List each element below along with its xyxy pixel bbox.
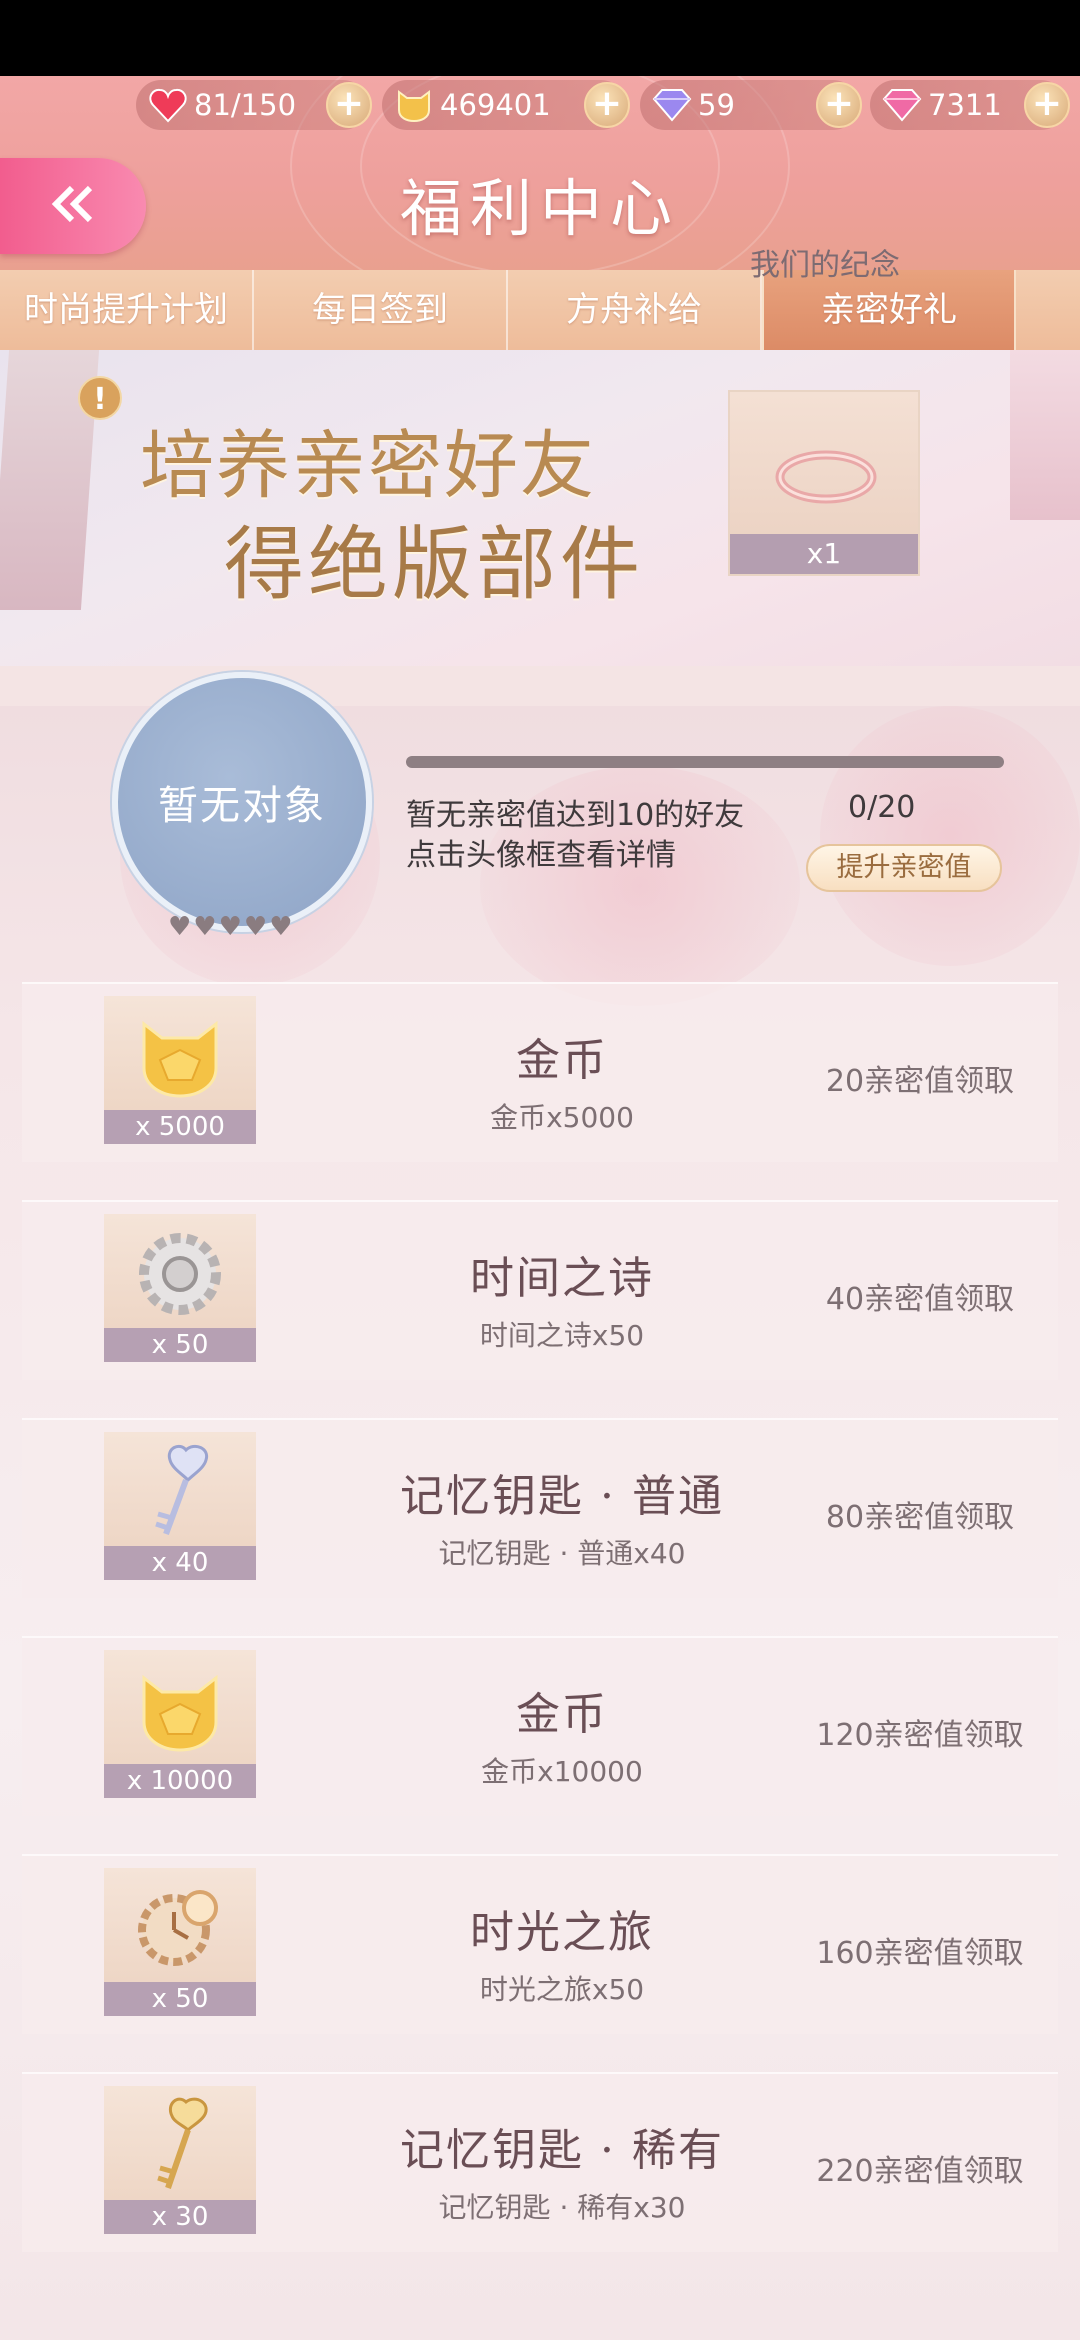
pink-gem-icon — [882, 85, 922, 125]
resource-hearts: 81/150 + — [136, 80, 372, 130]
blossom-decoration — [820, 706, 1080, 966]
tab-bar-filler — [1016, 270, 1080, 350]
info-icon[interactable]: ! — [78, 376, 122, 420]
reward-desc: 时间之诗x50 — [479, 1319, 645, 1352]
reward-claim-requirement[interactable]: 120亲密值领取 — [782, 1710, 1058, 1754]
tab-daily-checkin[interactable]: 每日签到 — [254, 270, 508, 350]
reward-row: x 5000 金币 金币x5000 20亲密值领取 — [22, 982, 1058, 1162]
banner-reward-qty: x1 — [730, 534, 918, 574]
add-gems-button[interactable]: + — [1024, 82, 1070, 128]
reward-item-slot[interactable]: x 10000 — [104, 1650, 256, 1798]
reward-qty: x 30 — [104, 2200, 256, 2234]
reward-row: x 40 记忆钥匙 · 普通 记忆钥匙 · 普通x40 80亲密值领取 — [22, 1418, 1058, 1598]
reward-item-slot[interactable]: x 50 — [104, 1868, 256, 2016]
reward-claim-requirement[interactable]: 80亲密值领取 — [782, 1492, 1058, 1536]
golden-key-icon — [157, 2097, 208, 2189]
reward-name: 记忆钥匙 · 普通 — [400, 1471, 724, 1522]
reward-row: x 30 记忆钥匙 · 稀有 记忆钥匙 · 稀有x30 220亲密值领取 — [22, 2072, 1058, 2252]
reward-desc: 记忆钥匙 · 稀有x30 — [438, 2191, 686, 2224]
resource-gems: 7311 + — [870, 80, 1070, 130]
reward-row: x 10000 金币 金币x10000 120亲密值领取 — [22, 1636, 1058, 1816]
reward-item-slot[interactable]: x 50 — [104, 1214, 256, 1362]
reward-item-slot[interactable]: x 30 — [104, 2086, 256, 2234]
reward-name: 金币 — [516, 1035, 608, 1086]
resource-bar: 81/150 + 469401 + 59 + 7311 + — [136, 80, 1070, 132]
status-bar — [0, 0, 1080, 76]
add-coins-button[interactable]: + — [584, 82, 630, 128]
bracelet-icon — [766, 432, 886, 526]
banner-reward-name: 我们的纪念 — [750, 248, 900, 283]
back-button[interactable] — [0, 158, 146, 254]
reward-claim-requirement[interactable]: 220亲密值领取 — [782, 2146, 1058, 2190]
reward-claim-requirement[interactable]: 160亲密值领取 — [782, 1928, 1058, 1972]
reward-item-slot[interactable]: x 5000 — [104, 996, 256, 1144]
cat-coin-icon — [394, 85, 434, 125]
resource-value: 81/150 — [194, 88, 297, 122]
resource-value: 469401 — [440, 88, 551, 122]
friend-hint-text: 点击头像框查看详情 — [406, 838, 676, 873]
reward-desc: 时光之旅x50 — [479, 1973, 645, 2006]
add-diamonds-button[interactable]: + — [816, 82, 862, 128]
reward-row: x 50 时光之旅 时光之旅x50 160亲密值领取 — [22, 1854, 1058, 2034]
reward-qty: x 40 — [104, 1546, 256, 1580]
key-icon — [155, 1444, 209, 1536]
clock-gear-icon — [138, 1890, 218, 1966]
add-hearts-button[interactable]: + — [326, 82, 372, 128]
gold-coin-icon — [142, 1674, 218, 1752]
reward-name: 金币 — [516, 1689, 608, 1740]
gear-icon — [139, 1233, 221, 1315]
reward-desc: 金币x10000 — [481, 1755, 643, 1788]
reward-qty: x 50 — [104, 1982, 256, 2016]
reward-desc: 金币x5000 — [490, 1101, 634, 1134]
reward-name: 记忆钥匙 · 稀有 — [400, 2125, 724, 2176]
double-chevron-left-icon — [48, 184, 98, 228]
reward-row: x 50 时间之诗 时间之诗x50 40亲密值领取 — [22, 1200, 1058, 1380]
friend-avatar-frame[interactable]: 暂无对象 — [112, 672, 372, 932]
boost-intimacy-button[interactable]: 提升亲密值 — [806, 844, 1002, 892]
banner-decoration — [1010, 350, 1080, 520]
diamond-icon — [652, 85, 692, 125]
intimacy-progress-count: 0/20 — [848, 790, 916, 825]
reward-name: 时光之旅 — [470, 1907, 654, 1958]
reward-name: 时间之诗 — [470, 1253, 654, 1304]
intimacy-progress-bar — [406, 756, 1004, 768]
banner-subheadline: 得绝版部件 — [224, 518, 644, 611]
heart-icon — [148, 85, 188, 125]
friend-frame-text: 暂无对象 — [158, 783, 326, 829]
promo-banner: ! 培养亲密好友 得绝版部件 x1 — [0, 350, 1080, 666]
reward-qty: x 5000 — [104, 1110, 256, 1144]
gold-coin-icon — [142, 1020, 218, 1098]
reward-qty: x 10000 — [104, 1764, 256, 1798]
reward-claim-requirement[interactable]: 40亲密值领取 — [782, 1274, 1058, 1318]
tab-fashion-plan[interactable]: 时尚提升计划 — [0, 270, 254, 350]
reward-desc: 记忆钥匙 · 普通x40 — [438, 1537, 686, 1570]
page-title: 福利中心 — [399, 172, 680, 245]
resource-coins: 469401 + — [382, 80, 630, 130]
resource-diamonds: 59 + — [640, 80, 862, 130]
friend-status-text: 暂无亲密值达到10的好友 — [406, 798, 745, 833]
intimacy-hearts: ♥♥♥♥♥ — [168, 912, 295, 942]
resource-value: 7311 — [928, 88, 1002, 122]
resource-value: 59 — [698, 88, 735, 122]
reward-item-slot[interactable]: x 40 — [104, 1432, 256, 1580]
reward-claim-requirement[interactable]: 20亲密值领取 — [782, 1056, 1058, 1100]
reward-qty: x 50 — [104, 1328, 256, 1362]
banner-reward-item[interactable]: x1 — [728, 390, 920, 576]
